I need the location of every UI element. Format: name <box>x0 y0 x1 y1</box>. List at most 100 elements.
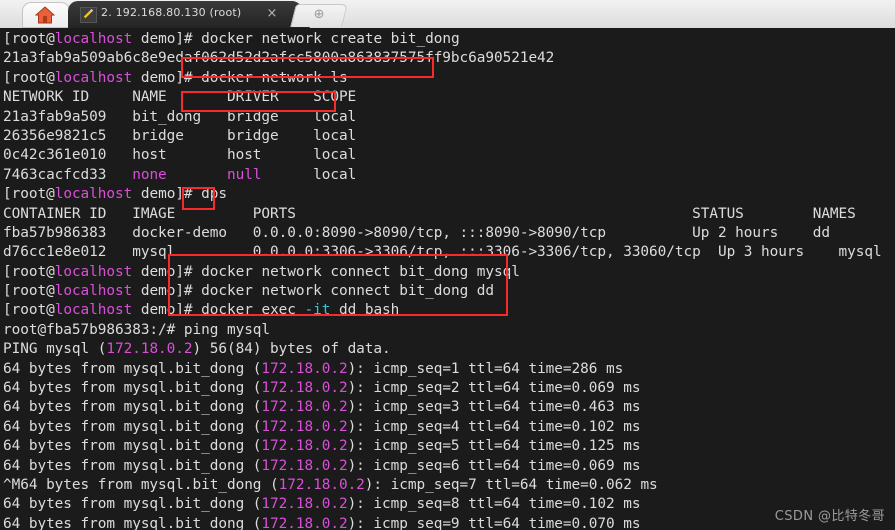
terminal-line: [root@localhost demo]# docker network co… <box>3 282 882 301</box>
terminal-text: [ <box>3 302 12 319</box>
terminal-body[interactable]: [root@localhost demo]# docker network cr… <box>0 28 895 530</box>
terminal-text: ): icmp_seq=1 ttl=64 time=286 ms <box>347 360 624 377</box>
terminal-text: 21a3fab9a509ab6c8e9edaf062d52d2afcc5800a… <box>3 50 555 67</box>
terminal-text: 7463cacfcd33 <box>3 166 133 183</box>
terminal-text: 64 bytes from mysql.bit_dong ( <box>3 515 262 530</box>
terminal-text: localhost <box>54 263 133 280</box>
terminal-text: demo]# docker exec <box>132 302 305 319</box>
terminal-line: [root@localhost demo]# docker network cr… <box>3 30 882 49</box>
terminal-text: localhost <box>54 186 133 203</box>
terminal-text: [ <box>3 263 12 280</box>
terminal-text: demo]# <box>132 186 202 203</box>
terminal-window: 2. 192.168.80.130 (root) × ⊕ [root@local… <box>0 0 895 530</box>
terminal-text: [ <box>3 31 12 47</box>
terminal-text: 172.18.0.2 <box>106 341 193 358</box>
terminal-text: 64 bytes from mysql.bit_dong ( <box>3 360 262 377</box>
terminal-text: ): icmp_seq=6 ttl=64 time=0.069 ms <box>347 457 641 474</box>
terminal-line: fba57b986383 docker-demo 0.0.0.0:8090->8… <box>3 224 882 243</box>
terminal-text: demo]# <box>132 69 202 86</box>
terminal-text: demo]# <box>132 31 202 47</box>
terminal-text: @ <box>46 186 55 203</box>
terminal-text: NETWORK ID NAME DRIVER SCOPE <box>3 89 357 106</box>
plus-icon: ⊕ <box>313 7 325 22</box>
terminal-text: 64 bytes from mysql.bit_dong ( <box>3 399 262 416</box>
terminal-line: 21a3fab9a509 bit_dong bridge local <box>3 108 882 127</box>
terminal-line: 26356e9821c5 bridge bridge local <box>3 127 882 146</box>
terminal-text: CONTAINER ID IMAGE PORTS STATUS NAMES <box>3 205 856 222</box>
terminal-text: root <box>11 302 47 319</box>
terminal-text: root <box>11 31 47 47</box>
terminal-text: ): icmp_seq=8 ttl=64 time=0.102 ms <box>347 496 641 513</box>
terminal-text: ): icmp_seq=9 ttl=64 time=0.070 ms <box>347 515 641 530</box>
terminal-text: root@fba57b986383:/# ping mysql <box>3 321 271 338</box>
terminal-text: root <box>11 186 47 203</box>
terminal-line: [root@localhost demo]# docker network ls <box>3 69 882 88</box>
terminal-line: NETWORK ID NAME DRIVER SCOPE <box>3 88 882 107</box>
terminal-text: localhost <box>54 302 133 319</box>
terminal-text: null <box>227 166 262 183</box>
terminal-text: docker network create bit_dong <box>201 31 460 47</box>
tab-title: 2. 192.168.80.130 (root) <box>101 6 242 19</box>
terminal-text: fba57b986383 docker-demo 0.0.0.0:8090->8… <box>3 224 830 241</box>
terminal-text: 21a3fab9a509 bit_dong bridge local <box>3 108 357 125</box>
terminal-text: localhost <box>54 283 133 300</box>
terminal-line: 64 bytes from mysql.bit_dong (172.18.0.2… <box>3 418 882 437</box>
terminal-text: @ <box>46 302 55 319</box>
terminal-line: [root@localhost demo]# docker exec -it d… <box>3 301 882 320</box>
terminal-text: 64 bytes from mysql.bit_dong ( <box>3 438 262 455</box>
terminal-line: 64 bytes from mysql.bit_dong (172.18.0.2… <box>3 379 882 398</box>
terminal-line: [root@localhost demo]# dps <box>3 185 882 204</box>
terminal-text: 0c42c361e010 host host local <box>3 147 357 164</box>
terminal-tab[interactable]: 2. 192.168.80.130 (root) × <box>68 1 310 28</box>
terminal-text: 172.18.0.2 <box>261 438 348 455</box>
home-tab[interactable] <box>22 2 70 28</box>
terminal-text: 172.18.0.2 <box>261 360 348 377</box>
terminal-text: dd bash <box>330 302 400 319</box>
terminal-text: ): icmp_seq=4 ttl=64 time=0.102 ms <box>347 418 641 435</box>
terminal-text: ): icmp_seq=3 ttl=64 time=0.463 ms <box>347 399 641 416</box>
terminal-text: 64 bytes from mysql.bit_dong ( <box>3 457 262 474</box>
terminal-text: -it <box>304 302 331 319</box>
terminal-line: 64 bytes from mysql.bit_dong (172.18.0.2… <box>3 457 882 476</box>
terminal-line: 64 bytes from mysql.bit_dong (172.18.0.2… <box>3 398 882 417</box>
terminal-text: [ <box>3 186 12 203</box>
terminal-line: 64 bytes from mysql.bit_dong (172.18.0.2… <box>3 437 882 456</box>
new-tab-button[interactable]: ⊕ <box>290 4 348 27</box>
terminal-line: 7463cacfcd33 none null local <box>3 166 882 185</box>
terminal-text: 172.18.0.2 <box>261 457 348 474</box>
terminal-line: 21a3fab9a509ab6c8e9edaf062d52d2afcc5800a… <box>3 49 882 68</box>
close-icon[interactable]: × <box>264 6 280 22</box>
terminal-line: CONTAINER ID IMAGE PORTS STATUS NAMES <box>3 205 882 224</box>
terminal-text: 26356e9821c5 bridge bridge local <box>3 127 357 144</box>
terminal-text: [ <box>3 283 12 300</box>
terminal-text: d76cc1e8e012 mysql 0.0.0.0:3306->3306/tc… <box>3 244 882 261</box>
terminal-text: docker network ls <box>201 69 348 86</box>
terminal-line: PING mysql (172.18.0.2) 56(84) bytes of … <box>3 340 882 359</box>
terminal-line: ^M64 bytes from mysql.bit_dong (172.18.0… <box>3 476 882 495</box>
terminal-text: root <box>11 69 47 86</box>
terminal-output: [root@localhost demo]# docker network cr… <box>3 30 882 530</box>
terminal-text: localhost <box>54 31 133 47</box>
watermark: CSDN @比特冬哥 <box>774 509 885 524</box>
terminal-text: demo]# docker network connect bit_dong d… <box>132 283 495 300</box>
terminal-line: [root@localhost demo]# docker network co… <box>3 263 882 282</box>
terminal-text: ): icmp_seq=2 ttl=64 time=0.069 ms <box>347 380 641 397</box>
tab-bar: 2. 192.168.80.130 (root) × ⊕ <box>0 0 895 28</box>
terminal-line: 64 bytes from mysql.bit_dong (172.18.0.2… <box>3 515 882 530</box>
terminal-text: @ <box>46 263 55 280</box>
terminal-line: 64 bytes from mysql.bit_dong (172.18.0.2… <box>3 495 882 514</box>
terminal-text: localhost <box>54 69 133 86</box>
terminal-text: ): icmp_seq=5 ttl=64 time=0.125 ms <box>347 438 641 455</box>
terminal-text: 172.18.0.2 <box>278 476 365 493</box>
terminal-text: demo]# docker network connect bit_dong m… <box>132 263 520 280</box>
terminal-text: @ <box>46 283 55 300</box>
terminal-line: 64 bytes from mysql.bit_dong (172.18.0.2… <box>3 360 882 379</box>
terminal-text: dps <box>201 186 228 203</box>
terminal-icon <box>80 7 97 23</box>
terminal-text: ^M64 bytes from mysql.bit_dong ( <box>3 476 279 493</box>
terminal-text: 172.18.0.2 <box>261 380 348 397</box>
terminal-text: ) 56(84) bytes of data. <box>192 341 391 358</box>
terminal-text: 172.18.0.2 <box>261 496 348 513</box>
terminal-text: root <box>11 263 47 280</box>
